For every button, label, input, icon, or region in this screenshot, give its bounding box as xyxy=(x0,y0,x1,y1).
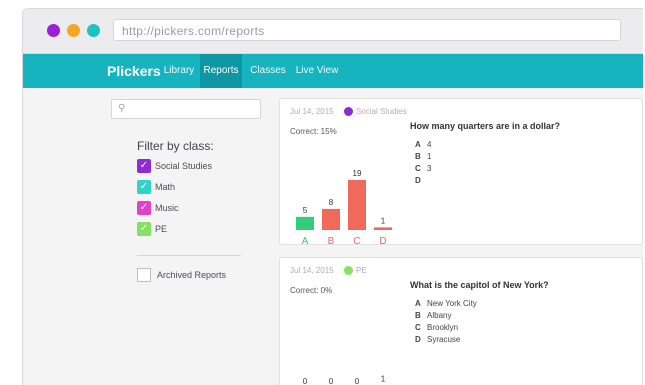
browser-window: http://pickers.com/reports Plickers Libr… xyxy=(22,8,643,385)
search-icon: ⚲ xyxy=(118,103,126,114)
archived-reports-toggle[interactable]: Archived Reports xyxy=(137,268,271,283)
answer-option: C3 xyxy=(415,164,432,173)
checkbox-checked-icon[interactable]: ✓ xyxy=(137,159,151,173)
chart-bar-A xyxy=(296,216,314,230)
answer-option: C Brooklyn xyxy=(415,323,459,332)
sidebar: ⚲ Filter by class: ✓ Social Studies ✓ Ma… xyxy=(111,99,271,283)
nav-live-view[interactable]: Live View xyxy=(293,54,341,88)
report-card[interactable]: Jul 14, 2015 Social Studies Correct: 15%… xyxy=(279,98,643,246)
response-bar-chart: 0001 xyxy=(303,374,386,385)
checkbox-checked-icon[interactable]: ✓ xyxy=(137,222,151,236)
answer-option: B Albany xyxy=(415,311,452,320)
class-filter-pe[interactable]: ✓ PE xyxy=(137,222,271,237)
chart-category-label: D xyxy=(379,236,386,246)
report-card[interactable]: Jul 14, 2015 PE Correct: 0% What is the … xyxy=(279,257,643,385)
nav-reports[interactable]: Reports xyxy=(200,54,242,88)
chart-bar-D xyxy=(374,227,392,230)
address-bar[interactable]: http://pickers.com/reports xyxy=(113,19,621,41)
checkbox-unchecked-icon[interactable] xyxy=(137,268,151,282)
answer-option: D xyxy=(415,176,421,185)
top-navigation: Plickers Library Reports Classes Live Vi… xyxy=(23,54,643,88)
class-filter-music[interactable]: ✓ Music xyxy=(137,201,271,216)
app-logo[interactable]: Plickers xyxy=(107,63,161,79)
chart-bar-B xyxy=(322,208,340,230)
answer-option: A New York City xyxy=(415,299,477,308)
chart-category-label: C xyxy=(353,236,360,246)
search-input[interactable]: ⚲ xyxy=(111,99,261,119)
checkbox-checked-icon[interactable]: ✓ xyxy=(137,180,151,194)
chart-category-label: A xyxy=(302,236,309,246)
chart-value-label: 8 xyxy=(329,198,334,207)
checkbox-checked-icon[interactable]: ✓ xyxy=(137,201,151,215)
question-text: How many quarters are in a dollar? xyxy=(410,121,561,131)
chart-value-label: 19 xyxy=(353,169,362,178)
answer-option: D Syracuse xyxy=(415,335,461,344)
chart-category-label: B xyxy=(328,236,335,246)
chart-value-label: 1 xyxy=(381,374,386,383)
minimize-window-button[interactable] xyxy=(67,24,80,37)
chart-value-label: 1 xyxy=(381,216,386,225)
sidebar-divider xyxy=(137,255,241,256)
nav-library[interactable]: Library xyxy=(159,54,199,88)
chart-value-label: 5 xyxy=(303,206,308,215)
chart-bar-C xyxy=(348,180,366,230)
filter-title: Filter by class: xyxy=(137,139,214,153)
answer-option: B1 xyxy=(415,152,432,161)
nav-classes[interactable]: Classes xyxy=(246,54,290,88)
class-filter-math[interactable]: ✓ Math xyxy=(137,180,271,195)
browser-chrome: http://pickers.com/reports xyxy=(23,9,643,54)
response-bar-chart: 5 A 8 B 19 C 1 D xyxy=(296,169,392,246)
maximize-window-button[interactable] xyxy=(87,24,100,37)
question-text: What is the capitol of New York? xyxy=(410,280,549,290)
answer-option: A4 xyxy=(415,140,432,149)
close-window-button[interactable] xyxy=(47,24,60,37)
class-filter-social-studies[interactable]: ✓ Social Studies xyxy=(137,159,271,174)
